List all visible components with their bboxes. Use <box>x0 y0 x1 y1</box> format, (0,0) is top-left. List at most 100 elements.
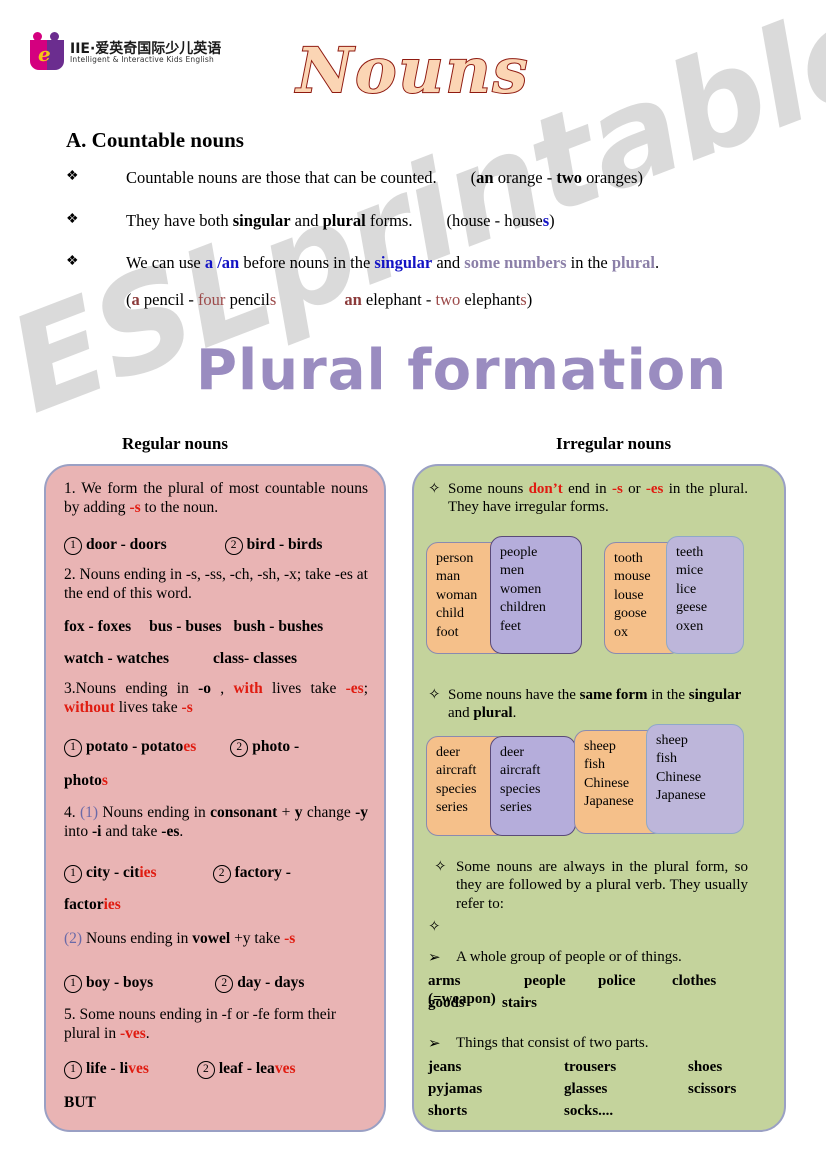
bullet-item-2: ❖ They have both singular and plural for… <box>66 211 766 232</box>
word: person <box>436 551 474 566</box>
irregular-nouns-panel: Some nouns don’t end in -s or -es in the… <box>412 464 786 1132</box>
word: foot <box>436 624 459 640</box>
regular-rule-5: 5. Some nouns ending in -f or -fe form t… <box>64 1006 337 1042</box>
regular-nouns-panel: 1. We form the plural of most countable … <box>44 464 386 1132</box>
word: species <box>500 781 541 797</box>
regular-nouns-heading: Regular nouns <box>122 434 228 453</box>
word: stairs <box>502 995 537 1011</box>
word: geese <box>676 600 708 616</box>
regular-rule-4: 4. (1) Nouns ending in consonant + y cha… <box>64 804 369 840</box>
circled-number: 2 <box>230 739 249 757</box>
irregular-bullet-4: A whole group of people or of things. <box>456 949 682 965</box>
circled-number: 2 <box>196 1061 215 1079</box>
word: series <box>436 800 468 816</box>
circled-number: 2 <box>215 975 234 993</box>
word: scissors <box>688 1081 737 1097</box>
word: species <box>436 781 477 797</box>
word: goods <box>428 995 465 1011</box>
regular-rule-3: 3.Nouns ending in -o , with lives take -… <box>64 680 369 716</box>
bullet-item-3: ❖ We can use a /an before nouns in the s… <box>66 253 766 274</box>
circled-number: 2 <box>224 537 243 555</box>
word: children <box>500 600 546 616</box>
word: deer <box>436 745 461 760</box>
wordbox-same-plural-1: deer aircraft species series <box>490 736 576 836</box>
irregular-nouns-heading: Irregular nouns <box>556 434 672 453</box>
irregular-bullet-3: Some nouns are always in the plural form… <box>456 859 748 912</box>
circled-number: 1 <box>64 739 82 757</box>
regular-but-label: BUT <box>64 1094 96 1111</box>
word: socks.... <box>564 1103 614 1119</box>
open-diamond-bullet-icon: ✧ <box>428 687 441 703</box>
diamond-bullet-icon: ❖ <box>66 169 79 184</box>
wordbox-same-plural-2: sheep fish Chinese Japanese <box>646 724 744 834</box>
bullet-2-text: They have both singular and plural forms… <box>126 210 555 230</box>
irregular-bullet-1: Some nouns don’t end in -s or -es in the… <box>448 481 749 516</box>
word: mice <box>676 563 704 579</box>
circled-number: 1 <box>64 1061 82 1079</box>
word: sheep <box>656 733 688 748</box>
irregular-bullet-5: Things that consist of two parts. <box>456 1035 649 1051</box>
word: jeans <box>428 1059 462 1075</box>
word: woman <box>436 587 478 603</box>
diamond-bullet-icon: ❖ <box>66 211 79 227</box>
word: glasses <box>564 1081 608 1097</box>
regular-example-2-line-2: watch - watches class- classes <box>64 650 297 667</box>
regular-example-6: 1 life - lives 2 leaf - leaves <box>64 1060 368 1079</box>
irregular-bullet-2: Some nouns have the same form in the sin… <box>448 687 742 722</box>
word: pyjamas <box>428 1081 483 1097</box>
word: aircraft <box>436 763 477 779</box>
word: mouse <box>614 569 651 585</box>
bullet-3-text: We can use a /an before nouns in the sin… <box>126 253 660 273</box>
regular-example-3-cont: photos <box>64 772 108 789</box>
open-diamond-bullet-icon: ✧ <box>434 859 447 875</box>
word: people <box>500 545 538 560</box>
plural-formation-heading: Plural formation <box>196 338 728 403</box>
two-parts-row: shorts socks.... <box>428 1102 764 1120</box>
word: women <box>500 581 542 597</box>
arrow-bullet-icon: ➢ <box>428 948 441 966</box>
regular-rule-2: 2. Nouns ending in -s, -ss, -ch, -sh, -x… <box>64 566 368 602</box>
bullet-3-examples: (a pencil - four pencils an elephant - tw… <box>126 289 533 309</box>
word: shoes <box>688 1059 723 1075</box>
open-diamond-bullet-icon-empty: ✧ <box>428 919 441 935</box>
two-parts-row: jeans trousers shoes <box>428 1058 764 1076</box>
word: trousers <box>564 1059 617 1075</box>
word: goose <box>614 606 647 622</box>
word: ox <box>614 624 628 640</box>
regular-example-4-cont: factories <box>64 896 121 913</box>
plural-only-words-line-2: goods stairs <box>428 994 758 1012</box>
regular-rule-4b: (2) Nouns ending in vowel +y take -s <box>64 930 296 947</box>
word: teeth <box>676 545 704 560</box>
regular-example-4: 1 city - cities 2 factory - <box>64 864 368 883</box>
circled-number: 2 <box>212 865 231 883</box>
section-a-heading: A. Countable nouns <box>66 128 244 152</box>
wordbox-plural-2: teeth mice lice geese oxen <box>666 536 744 654</box>
word: aircraft <box>500 763 541 779</box>
word: child <box>436 606 464 622</box>
countable-bullet-list: ❖ Countable nouns are those that can be … <box>66 168 766 310</box>
bullet-1-text: Countable nouns are those that can be co… <box>126 168 643 187</box>
word: Chinese <box>656 769 702 785</box>
word: men <box>500 563 525 579</box>
regular-example-2-line-1: fox - foxes bus - buses bush - bushes <box>64 618 324 635</box>
circled-number: 1 <box>64 975 82 993</box>
circled-number: 1 <box>64 537 82 555</box>
circled-number: 1 <box>64 865 82 883</box>
page-title: Nouns <box>295 33 530 108</box>
arrow-bullet-icon: ➢ <box>428 1034 441 1052</box>
bullet-item-1: ❖ Countable nouns are those that can be … <box>66 168 766 189</box>
two-parts-row: pyjamas glasses scissors <box>428 1080 764 1098</box>
regular-example-3: 1 potato - potatoes 2 photo - <box>64 738 368 757</box>
worksheet-page: ESLprintables.com e IIE·爱英奇国际少儿英语 Intell… <box>0 0 826 1169</box>
regular-example-5: 1 boy - boys 2 day - days <box>64 974 368 993</box>
diamond-bullet-icon: ❖ <box>66 254 79 270</box>
word: Japanese <box>656 788 706 804</box>
open-diamond-bullet-icon: ✧ <box>428 481 441 497</box>
word: man <box>436 569 461 585</box>
word: tooth <box>614 551 643 566</box>
wordbox-plural-1: people men women children feet <box>490 536 582 654</box>
word: oxen <box>676 618 704 634</box>
regular-example-1: 1 door - doors 2 bird - birds <box>64 536 368 555</box>
word: fish <box>656 751 677 767</box>
word: feet <box>500 618 521 634</box>
